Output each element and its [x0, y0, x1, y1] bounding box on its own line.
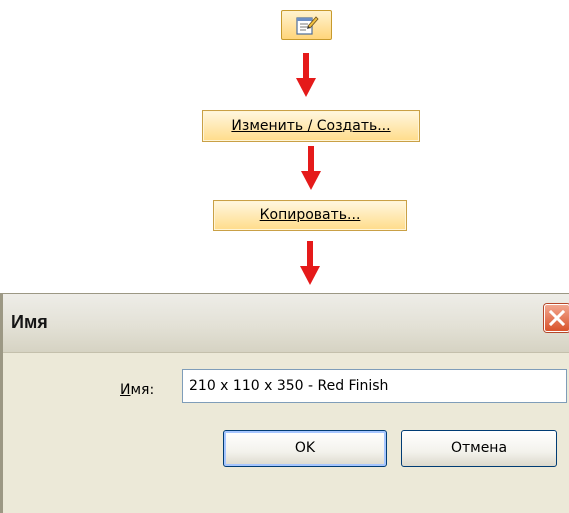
cancel-button[interactable]: Отмена: [401, 430, 557, 467]
edit-create-button[interactable]: Изменить / Создать...: [202, 110, 420, 142]
copy-label: Копировать...: [259, 207, 361, 223]
name-input[interactable]: [182, 369, 567, 403]
dialog-titlebar[interactable]: Имя: [3, 294, 569, 353]
close-button[interactable]: [544, 304, 569, 332]
flow-arrow-2: [301, 146, 321, 191]
close-icon: [549, 310, 565, 326]
type-properties-icon: [296, 16, 319, 35]
flow-arrow-3: [300, 241, 320, 286]
copy-button[interactable]: Копировать...: [213, 200, 407, 231]
dialog-title: Имя: [11, 312, 48, 332]
type-properties-button[interactable]: [281, 10, 332, 40]
edit-create-label: Изменить / Создать...: [231, 118, 391, 134]
ok-button[interactable]: OK: [223, 430, 387, 467]
flow-arrow-1: [296, 53, 316, 98]
name-dialog: Имя Имя: OK Отмена: [0, 293, 569, 513]
name-field-label: Имя:: [120, 382, 155, 398]
